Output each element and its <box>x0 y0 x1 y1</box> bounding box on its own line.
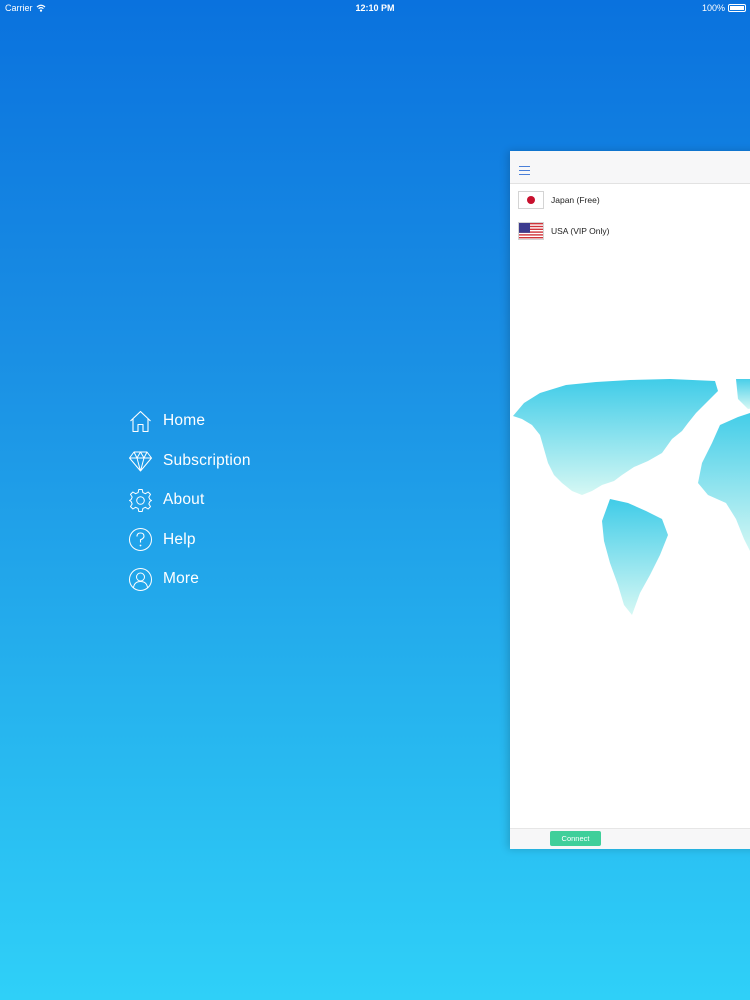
clock: 12:10 PM <box>355 3 395 13</box>
menu-item-label: More <box>163 570 200 587</box>
menu-item-label: Home <box>163 412 206 429</box>
server-name: USA (VIP Only) <box>551 225 610 236</box>
question-icon <box>128 527 153 552</box>
menu-item-home[interactable]: Home <box>128 408 251 434</box>
menu-item-more[interactable]: More <box>128 566 251 592</box>
usa-flag-icon <box>518 221 544 240</box>
battery-percent: 100% <box>701 3 725 13</box>
side-menu: Home Subscription About Help More <box>128 408 251 606</box>
battery-indicator: 100% <box>702 3 746 13</box>
menu-item-about[interactable]: About <box>128 487 251 513</box>
gear-icon <box>128 488 153 513</box>
panel-header <box>510 151 750 184</box>
panel-footer: Connect <box>510 828 750 849</box>
battery-icon <box>728 4 746 12</box>
hamburger-menu-icon[interactable] <box>519 166 530 178</box>
home-icon <box>128 409 153 434</box>
user-icon <box>128 567 153 592</box>
menu-item-label: Help <box>163 530 196 548</box>
status-bar: Carrier 12:10 PM 100% <box>0 0 750 16</box>
server-row-usa[interactable]: USA (VIP Only) <box>510 215 750 246</box>
world-map <box>513 379 750 615</box>
connect-button[interactable]: Connect <box>550 831 601 846</box>
menu-item-subscription[interactable]: Subscription <box>128 448 251 474</box>
server-name: Japan (Free) <box>551 194 600 205</box>
diamond-icon <box>128 448 153 473</box>
menu-item-label: Subscription <box>163 451 251 469</box>
main-panel: Japan (Free) USA (VIP Only) Connect <box>510 151 750 849</box>
menu-item-help[interactable]: Help <box>128 527 251 553</box>
menu-item-label: About <box>163 491 205 508</box>
server-row-japan[interactable]: Japan (Free) <box>510 184 750 215</box>
japan-flag-icon <box>518 190 544 209</box>
